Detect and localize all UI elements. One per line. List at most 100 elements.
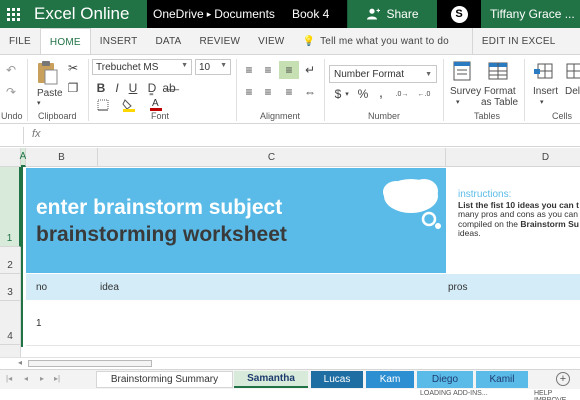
align-bottom-icon[interactable]: ≡ [279, 61, 299, 79]
wrap-text-icon[interactable]: ↵ [302, 63, 318, 77]
user-name[interactable]: Tiffany Grace ... [481, 0, 580, 28]
paste-label[interactable]: Paste [37, 88, 63, 99]
status-text: LOADING ADD-INS... [420, 390, 488, 397]
sheet-tab-diego[interactable]: Diego [417, 371, 473, 388]
cut-icon[interactable]: ✂ [66, 61, 80, 75]
scrollbar-thumb[interactable] [28, 360, 152, 367]
borders-icon[interactable] [94, 99, 112, 111]
font-size-dropdown[interactable]: 10 ▼ [195, 59, 231, 75]
divider [524, 59, 525, 121]
select-all-corner[interactable] [0, 148, 21, 167]
breadcrumb-documents[interactable]: Documents [214, 7, 275, 21]
name-box[interactable] [0, 127, 24, 144]
svg-text:A: A [152, 98, 159, 109]
next-sheet-icon[interactable]: ▸ [40, 374, 44, 383]
banner-title: enter brainstorm subject [36, 196, 283, 219]
comma-format-button[interactable]: , [374, 84, 388, 100]
chevron-down-icon[interactable]: ▾ [456, 98, 460, 106]
sheet-tab-samantha[interactable]: Samantha [234, 371, 308, 388]
percent-format-button[interactable]: % [356, 87, 370, 101]
header-cell-pros[interactable]: pros [448, 282, 467, 293]
share-button[interactable]: Share [347, 0, 437, 28]
align-center-icon[interactable]: ≡ [260, 85, 276, 99]
thought-cloud-icon [383, 179, 441, 229]
fx-icon[interactable]: fx [32, 128, 41, 140]
survey-label[interactable]: Survey [450, 86, 481, 97]
increase-decimal-icon[interactable]: .0→ [393, 87, 411, 101]
format-as-table-icon[interactable] [487, 59, 509, 83]
undo-group-label: Undo [1, 111, 23, 121]
edit-in-excel-button[interactable]: EDIT IN EXCEL [471, 28, 565, 54]
help-improve-link[interactable]: HELP IMPROVE [534, 390, 580, 400]
align-middle-icon[interactable]: ≡ [260, 63, 276, 77]
underline-icon[interactable]: U [126, 81, 140, 95]
redo-icon[interactable]: ↷ [2, 83, 20, 101]
align-top-icon[interactable]: ≡ [241, 63, 257, 77]
header-cell-no[interactable]: no [36, 282, 47, 293]
tab-file[interactable]: FILE [0, 28, 40, 54]
cells-group-label: Cells [552, 111, 573, 121]
column-header-b[interactable]: B [26, 148, 98, 167]
align-right-icon[interactable]: ≡ [281, 85, 297, 99]
header-cell-idea[interactable]: idea [100, 282, 119, 293]
breadcrumb: OneDrive ▸ Documents Book 4 [147, 0, 347, 28]
delete-label[interactable]: Dele [565, 86, 580, 97]
insert-label[interactable]: Insert [533, 86, 558, 97]
format-as-table-label-2[interactable]: as Table [481, 97, 518, 108]
paste-dropdown-icon[interactable]: ▾ [37, 99, 41, 107]
delete-cells-icon[interactable] [564, 59, 580, 83]
merge-center-icon[interactable]: ⇔ [302, 85, 318, 99]
row-header-1[interactable]: 1 [0, 167, 21, 247]
align-left-icon[interactable]: ≡ [241, 85, 257, 99]
copy-icon[interactable]: ❐ [66, 81, 80, 95]
sheet-tab-lucas[interactable]: Lucas [311, 371, 363, 388]
sheet-tab-kamil[interactable]: Kamil [476, 371, 528, 388]
column-header-d[interactable]: D [446, 148, 580, 167]
tab-insert[interactable]: INSERT [91, 28, 147, 54]
tab-home[interactable]: HOME [39, 28, 91, 55]
breadcrumb-onedrive[interactable]: OneDrive [153, 7, 204, 21]
undo-icon[interactable]: ↶ [2, 61, 20, 79]
number-format-dropdown[interactable]: Number Format ▼ [329, 65, 437, 83]
tab-review[interactable]: REVIEW [190, 28, 249, 54]
paste-icon[interactable] [34, 59, 60, 87]
table-row[interactable]: 1 [26, 301, 580, 345]
skype-button[interactable]: S [437, 0, 481, 28]
tell-me-box[interactable]: 💡 Tell me what you want to do [293, 28, 457, 54]
add-sheet-button[interactable]: + [556, 372, 570, 386]
double-underline-icon[interactable]: D̳ [145, 81, 159, 95]
last-sheet-icon[interactable]: ▸| [54, 374, 60, 383]
format-as-table-label-1[interactable]: Format [484, 86, 516, 97]
chevron-down-icon[interactable]: ▾ [540, 98, 544, 106]
workbook-name[interactable]: Book 4 [292, 7, 329, 21]
instructions-panel[interactable]: instructions: List the fist 10 ideas you… [448, 168, 580, 273]
first-sheet-icon[interactable]: |◂ [6, 374, 12, 383]
prev-sheet-icon[interactable]: ◂ [24, 374, 28, 383]
title-banner[interactable]: enter brainstorm subject brainstorming w… [26, 168, 446, 273]
decrease-decimal-icon[interactable]: ←.0 [415, 87, 433, 101]
chevron-down-icon[interactable]: ▾ [343, 87, 351, 101]
sheet-tab-kam[interactable]: Kam [366, 371, 414, 388]
fill-color-icon[interactable] [121, 98, 139, 112]
lightbulb-icon: 💡 [302, 35, 316, 47]
row-header-4[interactable]: 4 [0, 301, 21, 345]
app-name[interactable]: Excel Online [34, 4, 129, 24]
scroll-left-icon[interactable]: ◂ [18, 358, 22, 367]
sheet-tab-brainstorming-summary[interactable]: Brainstorming Summary [96, 371, 233, 388]
title-bar: Excel Online OneDrive ▸ Documents Book 4… [0, 0, 580, 28]
italic-icon[interactable]: I [110, 81, 124, 95]
tab-view[interactable]: VIEW [249, 28, 293, 54]
row-header-2[interactable]: 2 [0, 247, 21, 274]
strikethrough-icon[interactable]: a̶b̶ [162, 81, 176, 95]
font-name-dropdown[interactable]: Trebuchet MS ▼ [92, 59, 192, 75]
horizontal-scrollbar[interactable]: ◂ [0, 357, 580, 369]
font-color-icon[interactable]: A [147, 97, 165, 111]
tab-data[interactable]: DATA [146, 28, 190, 54]
row-header-3[interactable]: 3 [0, 274, 21, 301]
survey-icon[interactable] [451, 59, 473, 83]
insert-cells-icon[interactable] [533, 59, 555, 83]
bold-icon[interactable]: B [94, 81, 108, 95]
column-header-c[interactable]: C [98, 148, 446, 167]
app-launcher-icon[interactable] [0, 0, 28, 28]
cell-no[interactable]: 1 [36, 318, 42, 329]
